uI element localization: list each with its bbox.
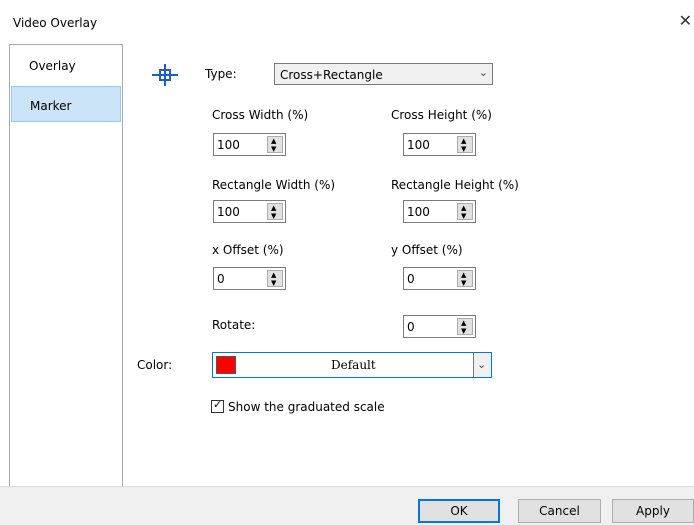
show-scale-label[interactable]: Show the graduated scale: [228, 400, 385, 414]
spin-down-icon[interactable]: ▼: [461, 327, 466, 335]
cross-width-label: Cross Width (%): [212, 108, 309, 122]
spin-buttons[interactable]: ▲ ▼: [457, 136, 473, 153]
color-swatch: [216, 356, 236, 374]
spin-down-icon[interactable]: ▼: [461, 279, 466, 287]
apply-button[interactable]: Apply: [612, 499, 694, 523]
nav-item-label: Marker: [30, 99, 72, 113]
content-divider: [122, 44, 123, 486]
spin-buttons[interactable]: ▲ ▼: [267, 203, 283, 220]
spin-buttons[interactable]: ▲ ▼: [457, 203, 473, 220]
y-offset-label: y Offset (%): [391, 243, 463, 257]
rect-width-spinner[interactable]: ▲ ▼: [213, 200, 286, 223]
button-bar: OK Cancel Apply: [0, 486, 694, 525]
rect-width-input[interactable]: [217, 204, 263, 219]
spin-up-icon[interactable]: ▲: [461, 319, 466, 327]
color-dropdown[interactable]: Default ⌄: [212, 352, 492, 378]
show-scale-checkbox[interactable]: ✓: [211, 398, 224, 413]
spin-up-icon[interactable]: ▲: [461, 204, 466, 212]
x-offset-spinner[interactable]: ▲ ▼: [213, 267, 286, 290]
close-icon[interactable]: ✕: [679, 11, 692, 30]
color-dropdown-button[interactable]: ⌄: [473, 353, 491, 377]
nav-list: Overlay Marker: [9, 44, 123, 488]
title-bar: Video Overlay ✕: [0, 0, 694, 38]
cross-height-label: Cross Height (%): [391, 108, 492, 122]
spin-buttons[interactable]: ▲ ▼: [267, 270, 283, 287]
spin-down-icon[interactable]: ▼: [271, 279, 276, 287]
spin-buttons[interactable]: ▲ ▼: [267, 136, 283, 153]
video-overlay-dialog: Video Overlay ✕ Overlay Marker Type: Cro…: [0, 0, 694, 525]
cross-height-spinner[interactable]: ▲ ▼: [403, 133, 476, 156]
spin-down-icon[interactable]: ▼: [461, 145, 466, 153]
x-offset-label: x Offset (%): [212, 243, 284, 257]
ok-button[interactable]: OK: [418, 499, 500, 523]
color-value: Default: [331, 358, 376, 372]
cross-width-input[interactable]: [217, 137, 263, 152]
type-label: Type:: [205, 67, 237, 81]
rotate-label: Rotate:: [212, 318, 256, 332]
chevron-down-icon: ⌄: [477, 358, 487, 371]
y-offset-input[interactable]: [407, 271, 453, 286]
spin-up-icon[interactable]: ▲: [271, 271, 276, 279]
rect-height-input[interactable]: [407, 204, 453, 219]
type-value: Cross+Rectangle: [280, 68, 383, 82]
x-offset-input[interactable]: [217, 271, 263, 286]
spin-up-icon[interactable]: ▲: [461, 271, 466, 279]
y-offset-spinner[interactable]: ▲ ▼: [403, 267, 476, 290]
spin-buttons[interactable]: ▲ ▼: [457, 318, 473, 335]
spin-buttons[interactable]: ▲ ▼: [457, 270, 473, 287]
type-dropdown[interactable]: Cross+Rectangle ⌄: [274, 63, 493, 85]
spin-down-icon[interactable]: ▼: [461, 212, 466, 220]
nav-item-overlay[interactable]: Overlay: [11, 47, 121, 83]
crosshair-icon: [152, 64, 178, 86]
color-label: Color:: [137, 358, 173, 372]
rect-height-spinner[interactable]: ▲ ▼: [403, 200, 476, 223]
cancel-button[interactable]: Cancel: [518, 499, 601, 523]
cross-width-spinner[interactable]: ▲ ▼: [213, 133, 286, 156]
chevron-down-icon: ⌄: [478, 66, 488, 79]
spin-up-icon[interactable]: ▲: [271, 204, 276, 212]
checkmark-icon: ✓: [213, 398, 223, 411]
spin-down-icon[interactable]: ▼: [271, 212, 276, 220]
rect-height-label: Rectangle Height (%): [391, 178, 519, 192]
nav-item-marker[interactable]: Marker: [11, 86, 121, 122]
spin-up-icon[interactable]: ▲: [461, 137, 466, 145]
rotate-input[interactable]: [407, 319, 453, 334]
spin-down-icon[interactable]: ▼: [271, 145, 276, 153]
spin-up-icon[interactable]: ▲: [271, 137, 276, 145]
rotate-spinner[interactable]: ▲ ▼: [403, 315, 476, 338]
nav-item-label: Overlay: [29, 59, 76, 73]
rect-width-label: Rectangle Width (%): [212, 178, 336, 192]
dialog-title: Video Overlay: [13, 16, 98, 30]
cross-height-input[interactable]: [407, 137, 453, 152]
